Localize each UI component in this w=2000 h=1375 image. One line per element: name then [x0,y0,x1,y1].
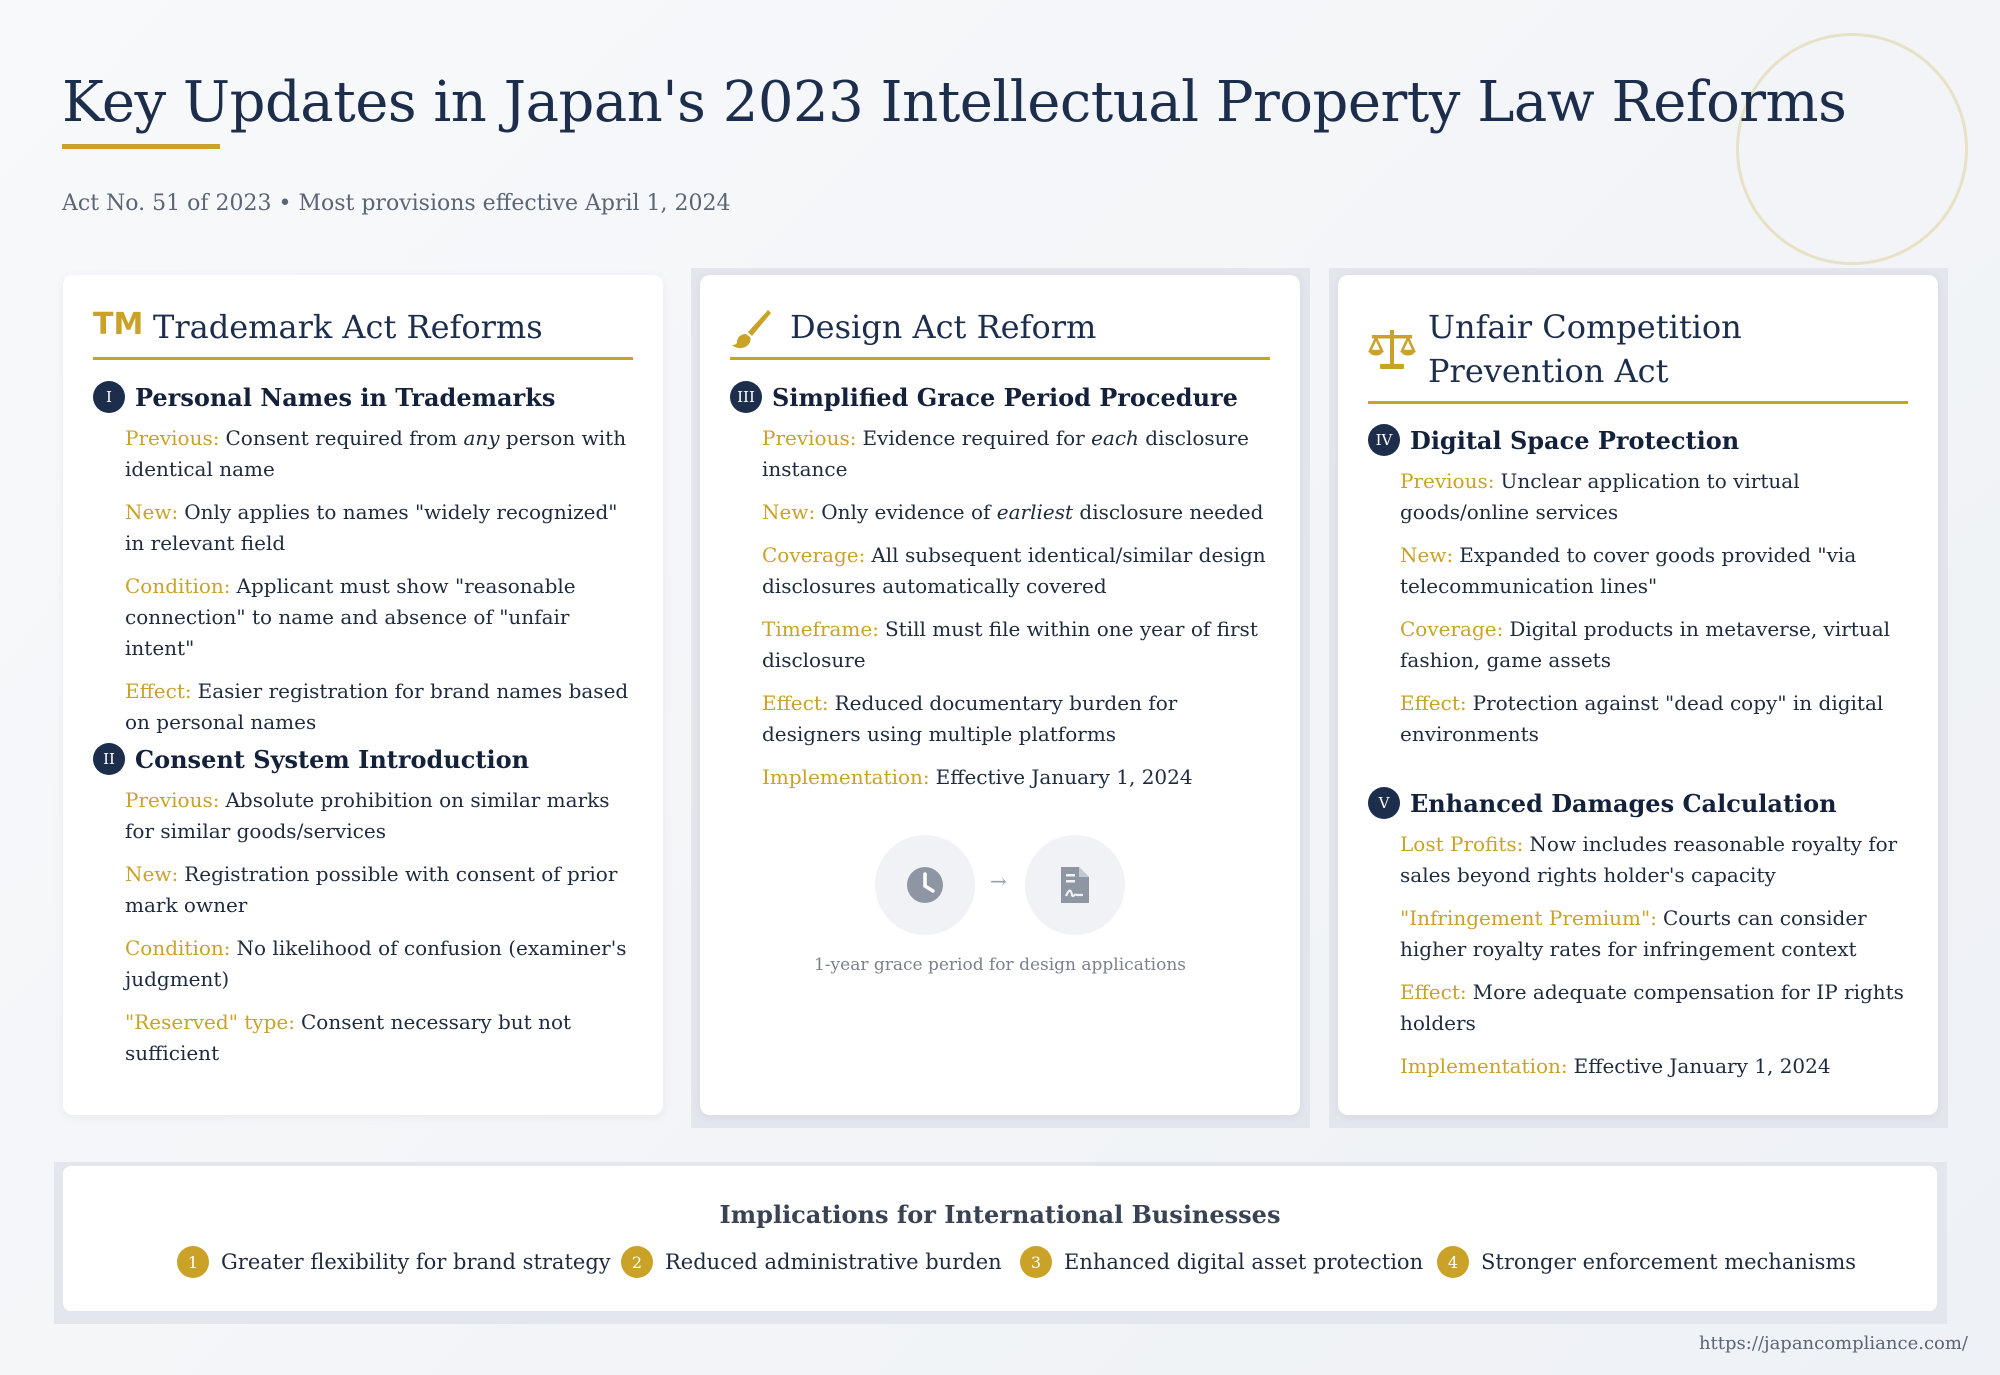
reform-item: Previous: Consent required from any perso… [125,426,627,481]
reform-item: New: Only applies to names "widely recogn… [125,500,618,555]
trademark-icon: TM [93,307,144,342]
scales-icon [1368,327,1416,375]
section-title: Digital Space Protection [1410,425,1740,455]
reform-item: Previous: Evidence required for each disc… [762,426,1249,481]
implications-list: 1 Greater flexibility for brand strategy… [63,1246,1937,1282]
implication-item: 3 Enhanced digital asset protection [1020,1246,1423,1278]
section-consent-system: II Consent System Introduction Previous:… [93,741,633,1069]
reform-item: Implementation: Effective January 1, 2024 [762,765,1193,789]
clock-icon [875,835,975,935]
reform-item: Timeframe: Still must file within one yea… [762,617,1258,672]
section-number-badge: IV [1368,424,1400,456]
implication-number: 4 [1437,1246,1469,1278]
reform-item: New: Expanded to cover goods provided "vi… [1400,543,1857,598]
implication-text: Enhanced digital asset protection [1064,1250,1424,1274]
reform-item: Previous: Unclear application to virtual … [1400,469,1800,524]
implications-title: Implications for International Businesse… [719,1200,1281,1229]
implication-item: 1 Greater flexibility for brand strategy [177,1246,611,1278]
implication-number: 3 [1020,1246,1052,1278]
page-subtitle: Act No. 51 of 2023 • Most provisions eff… [62,191,731,216]
unfair-competition-card: Unfair Competition Prevention Act IV Dig… [1338,275,1938,1115]
design-card-header: Design Act Reform [730,305,1270,360]
section-number-badge: II [93,743,125,775]
implication-item: 2 Reduced administrative burden [621,1246,1002,1278]
reform-item: Effect: More adequate compensation for IP… [1400,980,1904,1035]
section-number-badge: V [1368,787,1400,819]
reform-item: Effect: Protection against "dead copy" in… [1400,691,1884,746]
section-title: Simplified Grace Period Procedure [772,382,1238,412]
trademark-card-header: TM Trademark Act Reforms [93,305,633,360]
reform-item: Previous: Absolute prohibition on similar… [125,788,610,843]
implication-number: 1 [177,1246,209,1278]
grace-period-graphic: → 1-year grace period for design applica… [700,835,1300,995]
section-number-badge: III [730,381,762,413]
implication-text: Greater flexibility for brand strategy [221,1250,611,1274]
reform-item: Effect: Easier registration for brand nam… [125,679,629,734]
implication-item: 4 Stronger enforcement mechanisms [1437,1246,1856,1278]
design-card-title: Design Act Reform [790,308,1097,346]
reform-item: "Reserved" type: Consent necessary but no… [125,1010,572,1065]
implication-text: Reduced administrative burden [665,1250,1002,1274]
trademark-card-title: Trademark Act Reforms [153,308,543,346]
section-title: Consent System Introduction [135,744,530,774]
reform-item: Lost Profits: Now includes reasonable roy… [1400,832,1898,887]
paintbrush-icon [730,307,772,353]
design-card: Design Act Reform III Simplified Grace P… [700,275,1300,1115]
reform-item: Coverage: All subsequent identical/simila… [762,543,1266,598]
signed-document-icon [1025,835,1125,935]
reform-item: Condition: Applicant must show "reasonabl… [125,574,576,660]
reform-item: New: Only evidence of earliest disclosure… [762,500,1264,524]
arrow-icon: → [990,869,1007,893]
reform-item: "Infringement Premium": Courts can consid… [1400,906,1867,961]
reform-item: Implementation: Effective January 1, 2024 [1400,1054,1831,1078]
unfair-card-header: Unfair Competition Prevention Act [1368,305,1908,404]
section-title: Personal Names in Trademarks [135,382,556,412]
reform-item: Coverage: Digital products in metaverse, … [1400,617,1891,672]
section-personal-names: I Personal Names in Trademarks Previous:… [93,379,633,738]
reform-item: Effect: Reduced documentary burden for de… [762,691,1178,746]
footer-url: https://japancompliance.com/ [1698,1333,1968,1354]
grace-period-caption: 1-year grace period for design applicati… [813,955,1187,975]
title-underline [62,144,220,149]
reform-item: Condition: No likelihood of confusion (ex… [125,936,627,991]
section-damages: V Enhanced Damages Calculation Lost Prof… [1368,785,1908,1082]
trademark-card: TM Trademark Act Reforms I Personal Name… [63,275,663,1115]
unfair-card-title: Unfair Competition Prevention Act [1428,308,1742,390]
implications-card: Implications for International Businesse… [63,1166,1937,1311]
page-title: Key Updates in Japan's 2023 Intellectual… [62,70,1847,135]
implication-text: Stronger enforcement mechanisms [1481,1250,1857,1274]
section-grace-period: III Simplified Grace Period Procedure Pr… [730,379,1270,793]
section-number-badge: I [93,381,125,413]
decorative-circle [1736,33,1968,265]
implication-number: 2 [621,1246,653,1278]
reform-item: New: Registration possible with consent o… [125,862,618,917]
section-digital-space: IV Digital Space Protection Previous: Unc… [1368,422,1908,750]
section-title: Enhanced Damages Calculation [1410,788,1837,818]
